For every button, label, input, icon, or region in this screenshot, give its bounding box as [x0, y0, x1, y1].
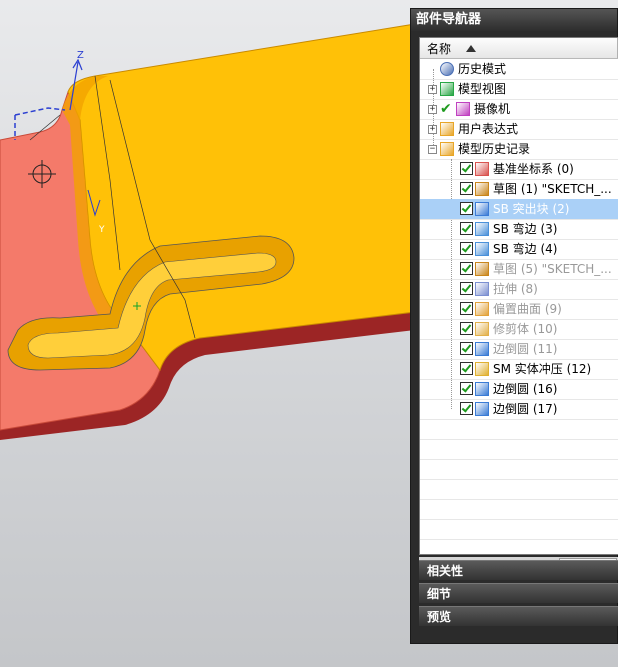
sketch-icon [475, 262, 489, 276]
tree-node[interactable]: 基准坐标系 (0) [420, 159, 618, 179]
visibility-checkbox[interactable] [460, 402, 473, 415]
tree-node[interactable]: 边倒圆 (11) [420, 339, 618, 359]
tree-node-label: 基准坐标系 (0) [493, 162, 574, 176]
tree-node-label: 边倒圆 (11) [493, 342, 558, 356]
edge-blend-icon [475, 402, 489, 416]
visibility-checkbox[interactable] [460, 242, 473, 255]
tree-node-label: 摄像机 [474, 102, 511, 116]
tree-node[interactable]: 边倒圆 (17) [420, 399, 618, 419]
tree-node-label: 拉伸 (8) [493, 282, 538, 296]
tree-node-label: 边倒圆 (16) [493, 382, 558, 396]
tree-node[interactable]: 边倒圆 (16) [420, 379, 618, 399]
extrude-icon [475, 282, 489, 296]
tree-node[interactable]: − 模型历史记录 [420, 139, 618, 159]
sort-ascending-icon[interactable] [466, 45, 476, 52]
axis-z-label: Z [77, 50, 84, 61]
flange-icon [475, 242, 489, 256]
tree-node[interactable]: 修剪体 (10) [420, 319, 618, 339]
checkmark-icon: ✔ [440, 101, 452, 117]
solid-punch-icon [475, 362, 489, 376]
visibility-checkbox[interactable] [460, 282, 473, 295]
cube-view-icon [440, 82, 454, 96]
flange-icon [475, 222, 489, 236]
tree-node[interactable]: SB 突出块 (2) [420, 199, 618, 219]
tree-node[interactable]: 草图 (1) "SKETCH_... [420, 179, 618, 199]
tree-node[interactable]: + ✔ 摄像机 [420, 99, 618, 119]
expand-icon[interactable]: + [428, 125, 437, 134]
visibility-checkbox[interactable] [460, 342, 473, 355]
visibility-checkbox[interactable] [460, 362, 473, 375]
tree-node[interactable]: SM 实体冲压 (12) [420, 359, 618, 379]
offset-surface-icon [475, 302, 489, 316]
folder-icon [440, 122, 454, 136]
tree-node-label: 偏置曲面 (9) [493, 302, 562, 316]
tree-node[interactable]: + 用户表达式 [420, 119, 618, 139]
panel-title: 部件导航器 [411, 9, 617, 31]
tree-node-label: 用户表达式 [458, 122, 519, 136]
tree-node-label: 草图 (5) "SKETCH_... [493, 262, 612, 276]
tab-block-icon [475, 202, 489, 216]
folder-open-icon [440, 142, 454, 156]
part-navigator-panel: 部件导航器 名称 历史模式 + 模型视图 + ✔ 摄像机 + 用户表达式 − 模型历史记录基准坐标… [410, 8, 618, 644]
edge-blend-icon [475, 342, 489, 356]
navigator-tree[interactable]: 名称 历史模式 + 模型视图 + ✔ 摄像机 + 用户表达式 − 模型历史记录基准坐标系 (0) 草… [419, 37, 618, 555]
tree-node-label: SB 突出块 (2) [493, 202, 570, 216]
datum-csys-icon [475, 162, 489, 176]
tree-node[interactable]: SB 弯边 (3) [420, 219, 618, 239]
visibility-checkbox[interactable] [460, 202, 473, 215]
tree-node-label: SB 弯边 (3) [493, 222, 558, 236]
tree-node-label: 边倒圆 (17) [493, 402, 558, 416]
axis-y-label: Y [98, 225, 105, 235]
tree-node-label: SM 实体冲压 (12) [493, 362, 592, 376]
tree-node-label: SB 弯边 (4) [493, 242, 558, 256]
section-details[interactable]: 细节 [419, 583, 618, 603]
visibility-checkbox[interactable] [460, 182, 473, 195]
expand-icon[interactable]: + [428, 85, 437, 94]
visibility-checkbox[interactable] [460, 302, 473, 315]
tree-node-label: 草图 (1) "SKETCH_... [493, 182, 612, 196]
visibility-checkbox[interactable] [460, 222, 473, 235]
tree-node[interactable]: SB 弯边 (4) [420, 239, 618, 259]
column-header[interactable]: 名称 [420, 38, 618, 59]
section-dependencies[interactable]: 相关性 [419, 560, 618, 580]
sketch-icon [475, 182, 489, 196]
edge-blend-icon [475, 382, 489, 396]
camera-icon [456, 102, 470, 116]
tree-node[interactable]: 历史模式 [420, 59, 618, 79]
section-preview[interactable]: 预览 [419, 606, 618, 626]
tree-node[interactable]: 草图 (5) "SKETCH_... [420, 259, 618, 279]
column-name-label: 名称 [427, 42, 452, 56]
tree-node[interactable]: 偏置曲面 (9) [420, 299, 618, 319]
visibility-checkbox[interactable] [460, 262, 473, 275]
tree-node-label: 模型历史记录 [458, 142, 531, 156]
visibility-checkbox[interactable] [460, 322, 473, 335]
tree-node-label: 历史模式 [458, 62, 507, 76]
trim-body-icon [475, 322, 489, 336]
collapse-icon[interactable]: − [428, 145, 437, 154]
visibility-checkbox[interactable] [460, 382, 473, 395]
clock-icon [440, 62, 454, 76]
visibility-checkbox[interactable] [460, 162, 473, 175]
expand-icon[interactable]: + [428, 105, 437, 114]
tree-node[interactable]: 拉伸 (8) [420, 279, 618, 299]
tree-node[interactable]: + 模型视图 [420, 79, 618, 99]
tree-node-label: 修剪体 (10) [493, 322, 558, 336]
tree-node-label: 模型视图 [458, 82, 507, 96]
